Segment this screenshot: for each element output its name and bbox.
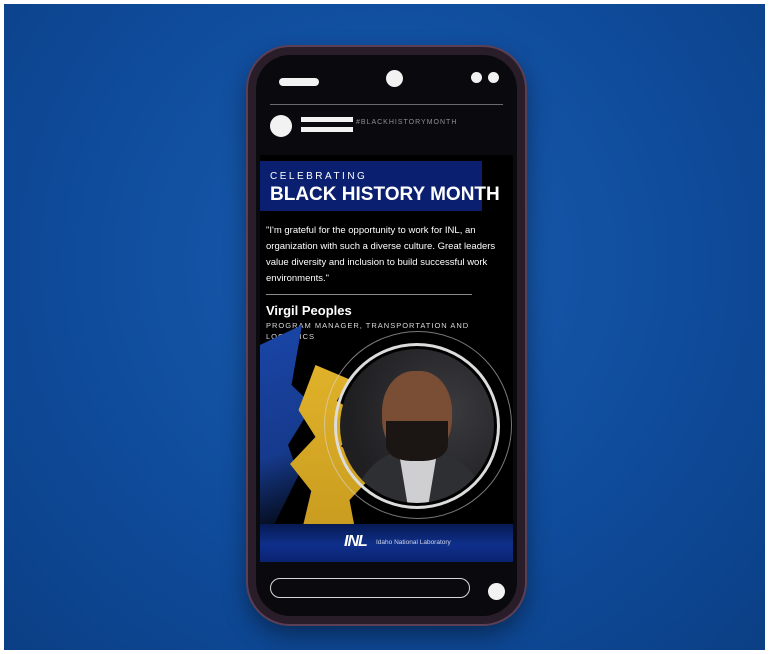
person-name: Virgil Peoples: [266, 303, 352, 318]
quote-text: "I'm grateful for the opportunity to wor…: [266, 225, 496, 284]
headline-text: BLACK HISTORY MONTH: [270, 184, 500, 205]
portrait-photo: [340, 349, 494, 503]
header-divider: [270, 104, 503, 105]
profile-meta-placeholder: [301, 127, 353, 132]
inl-logo-subtext: Idaho National Laboratory: [376, 539, 451, 546]
post-handle[interactable]: #BLACKHISTORYMONTH: [356, 119, 457, 126]
more-dots-icon[interactable]: [488, 72, 499, 83]
home-indicator-icon[interactable]: [488, 583, 505, 600]
post-card[interactable]: CELEBRATING BLACK HISTORY MONTH "I'm gra…: [260, 155, 513, 562]
camera-icon: [386, 70, 403, 87]
comment-input[interactable]: [270, 578, 470, 598]
more-dots-icon[interactable]: [471, 72, 482, 83]
headline-banner: CELEBRATING BLACK HISTORY MONTH: [260, 161, 500, 211]
inl-logo: INL: [344, 533, 368, 550]
phone-screen: #BLACKHISTORYMONTH CELEBRATING BLACK HIS…: [256, 55, 517, 616]
stage-background: #BLACKHISTORYMONTH CELEBRATING BLACK HIS…: [4, 4, 765, 650]
profile-avatar[interactable]: [270, 115, 292, 137]
quote-divider: [266, 294, 472, 295]
kicker-text: CELEBRATING: [270, 171, 368, 182]
logo-footer: INL Idaho National Laboratory: [260, 524, 513, 562]
status-bar-icon: [279, 78, 319, 86]
phone-mockup: #BLACKHISTORYMONTH CELEBRATING BLACK HIS…: [248, 47, 525, 624]
portrait-beard: [386, 421, 448, 461]
profile-name-placeholder: [301, 117, 353, 122]
